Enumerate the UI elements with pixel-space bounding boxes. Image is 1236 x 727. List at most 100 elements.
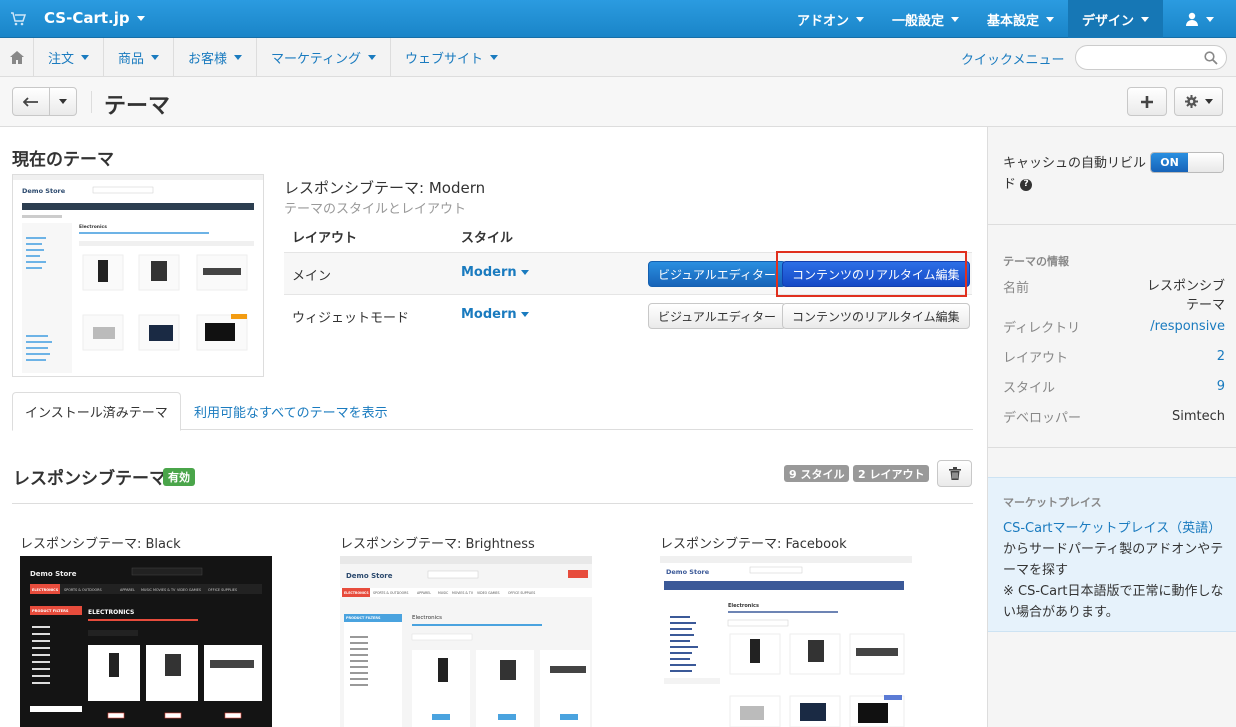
- topmenu-label: 基本設定: [986, 13, 1039, 29]
- info-value: Simtech: [1171, 409, 1225, 424]
- current-theme-heading: 現在のテーマ: [12, 150, 114, 170]
- chevron-down-icon: [368, 55, 377, 60]
- cart-icon[interactable]: [10, 11, 27, 27]
- style-select[interactable]: Modern: [461, 307, 529, 322]
- preview-nav-text: VIDEO GAMES: [177, 588, 201, 592]
- home-button[interactable]: [0, 38, 34, 77]
- current-theme-name: レスポンシブテーマ: Modern: [284, 179, 486, 197]
- search-input[interactable]: [1086, 46, 1206, 69]
- preview-nav-text: SPORTS & OUTDOORS: [64, 588, 102, 592]
- toggle-on-state: ON: [1151, 153, 1188, 172]
- preview-nav-text: ELECTRONICS: [344, 591, 369, 595]
- preview-logo-text: Demo Store: [346, 572, 393, 580]
- nav-label: 商品: [118, 52, 145, 67]
- visual-editor-button[interactable]: ビジュアルエディター: [648, 303, 786, 329]
- toggle-off-state: [1188, 153, 1223, 172]
- topmenu-label: アドオン: [796, 13, 849, 29]
- info-row-name: 名前 レスポンシブテーマ: [1003, 277, 1225, 317]
- nav-website[interactable]: ウェブサイト: [391, 38, 512, 77]
- style-preview-black[interactable]: Demo Store ELECTRONICS SPORTS & OUTDOORS…: [20, 556, 272, 727]
- preview-filters-title: PRODUCT FILTERS: [346, 616, 381, 620]
- topmenu-addons[interactable]: アドオン: [783, 0, 878, 38]
- preview-nav-text: OFFICE SUPPLIES: [508, 591, 535, 595]
- nav-label: ウェブサイト: [405, 52, 484, 67]
- storefront-preview-image: Demo Store Electronics: [13, 175, 263, 376]
- home-icon: [9, 51, 24, 64]
- top-bar: CS-Cart.jp アドオン 一般設定 基本設定 デザイン: [0, 0, 1236, 38]
- nav-label: 注文: [48, 52, 75, 67]
- chevron-down-icon: [136, 16, 145, 21]
- directory-link[interactable]: /responsive: [1150, 317, 1225, 336]
- tab-installed-themes[interactable]: インストール済みテーマ: [12, 392, 181, 431]
- visual-editor-button[interactable]: ビジュアルエディター: [648, 261, 786, 287]
- chevron-down-icon: [950, 16, 959, 22]
- style-preview-brightness[interactable]: Demo Store ELECTRONICS SPORTS & OUTDOORS…: [340, 556, 592, 727]
- store-switcher[interactable]: CS-Cart.jp: [44, 9, 145, 27]
- current-theme-description: テーマのスタイルとレイアウト: [284, 202, 467, 217]
- cache-rebuild-label: キャッシュの自動リビルド ?: [1003, 153, 1148, 195]
- back-dropdown-button[interactable]: [49, 87, 77, 116]
- style-preview-facebook[interactable]: Demo Store Electronics: [660, 556, 912, 727]
- preview-logo-text: Demo Store: [22, 187, 66, 195]
- search-icon[interactable]: [1204, 51, 1218, 65]
- nav-orders[interactable]: 注文: [34, 38, 105, 77]
- nav-products[interactable]: 商品: [104, 38, 175, 77]
- divider: [988, 224, 1236, 225]
- chevron-down-icon: [1045, 16, 1054, 22]
- divider: [988, 447, 1236, 448]
- back-arrow-icon: [23, 96, 38, 107]
- cache-rebuild-toggle[interactable]: ON: [1150, 152, 1224, 173]
- style-select-label: Modern: [461, 265, 517, 280]
- info-key: デベロッパー: [1003, 411, 1082, 426]
- topmenu-design[interactable]: デザイン: [1067, 0, 1163, 38]
- style-card-title: レスポンシブテーマ: Facebook: [660, 537, 847, 552]
- marketplace-text: CS-Cartマーケットプレイス（英語） からサードパーティ製のアドオンやテーマ…: [1003, 518, 1225, 623]
- status-badge: 有効: [163, 468, 195, 486]
- topmenu-basic-settings[interactable]: 基本設定: [973, 0, 1068, 38]
- info-key: レイアウト: [1003, 351, 1069, 366]
- current-theme-preview[interactable]: Demo Store Electronics: [12, 174, 264, 377]
- preview-logo-text: Demo Store: [30, 570, 77, 578]
- tab-all-themes[interactable]: 利用可能なすべてのテーマを表示: [182, 392, 400, 430]
- help-icon[interactable]: ?: [1020, 178, 1033, 191]
- style-select-label: Modern: [461, 307, 517, 322]
- search-box: [1075, 45, 1227, 70]
- nav-marketing[interactable]: マーケティング: [257, 38, 392, 77]
- preview-heading: Electronics: [728, 603, 759, 609]
- marketplace-note: ※ CS-Cart日本語版で正常に動作しない場合があります。: [1003, 584, 1224, 620]
- chevron-down-icon: [520, 270, 529, 275]
- title-bar: テーマ: [0, 77, 1236, 127]
- info-key: 名前: [1003, 281, 1030, 296]
- preview-nav-text: APPAREL: [120, 588, 135, 592]
- main-content: 現在のテーマ Demo Store Electronics レスポンシブテーマ:…: [0, 127, 987, 727]
- preview-nav-text: APPAREL: [417, 591, 431, 595]
- nav-label: マーケティング: [271, 52, 362, 67]
- layout-name: ウィジェットモード: [292, 311, 410, 326]
- theme-tabs: インストール済みテーマ 利用可能なすべてのテーマを表示: [12, 392, 973, 431]
- col-style-header: スタイル: [461, 231, 514, 246]
- chevron-down-icon: [1204, 99, 1213, 104]
- layouts-count-link[interactable]: 2: [1217, 347, 1225, 366]
- plus-icon: [1141, 95, 1153, 108]
- chevron-down-icon: [490, 55, 499, 60]
- user-menu[interactable]: [1163, 0, 1236, 38]
- topmenu-general-settings[interactable]: 一般設定: [878, 0, 973, 38]
- brand-label: CS-Cart.jp: [44, 9, 130, 27]
- style-card-title: レスポンシブテーマ: Black: [20, 537, 181, 552]
- delete-theme-button[interactable]: [937, 460, 972, 487]
- style-preview-image: Demo Store ELECTRONICS SPORTS & OUTDOORS…: [340, 556, 592, 727]
- add-theme-button[interactable]: [1127, 87, 1167, 116]
- marketplace-link[interactable]: CS-Cartマーケットプレイス（英語）: [1003, 521, 1221, 536]
- style-select[interactable]: Modern: [461, 265, 529, 280]
- chevron-down-icon: [1141, 16, 1149, 22]
- sidebar: キャッシュの自動リビルド ? ON テーマの情報 名前 レスポンシブテーマ ディ…: [987, 127, 1236, 727]
- live-edit-button[interactable]: コンテンツのリアルタイム編集: [782, 303, 970, 329]
- back-button[interactable]: [12, 87, 50, 116]
- styles-count-link[interactable]: 9: [1217, 377, 1225, 396]
- nav-bar: 注文 商品 お客様 マーケティング ウェブサイト クイックメニュー: [0, 38, 1236, 77]
- main-nav: 注文 商品 お客様 マーケティング ウェブサイト: [34, 38, 512, 77]
- style-card-title: レスポンシブテーマ: Brightness: [340, 537, 535, 552]
- nav-customers[interactable]: お客様: [174, 38, 258, 77]
- quick-menu-link[interactable]: クイックメニュー: [961, 49, 1064, 68]
- settings-button[interactable]: [1174, 87, 1223, 116]
